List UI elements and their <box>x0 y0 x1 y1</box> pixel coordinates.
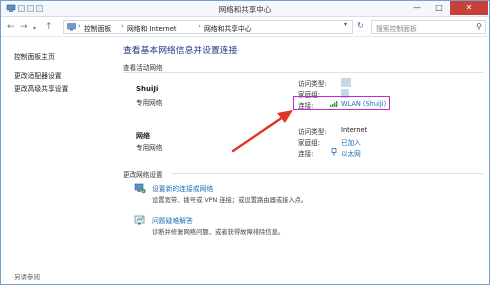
breadcrumb-control-panel[interactable]: 控制面板 <box>84 23 111 33</box>
title-bar: 网络和共享中心 — □ ✕ <box>1 1 489 17</box>
section-divider <box>123 72 483 73</box>
address-bar[interactable]: › 控制面板 › 网络和 Internet › 网络和共享中心 <box>63 20 353 34</box>
breadcrumb-separator-icon: › <box>121 22 124 30</box>
breadcrumb-network-internet[interactable]: 网络和 Internet <box>127 23 177 33</box>
window-controls: — □ ✕ <box>406 1 488 15</box>
refresh-icon[interactable]: ↻ <box>357 21 364 30</box>
network-sharing-center-window: 网络和共享中心 — □ ✕ ← → ▾ ↑ › 控制面板 › 网络和 Inter… <box>0 0 490 285</box>
minimize-button[interactable]: — <box>406 1 428 15</box>
ethernet-icon <box>331 148 337 156</box>
close-button[interactable]: ✕ <box>450 1 488 15</box>
breadcrumb-separator-icon: › <box>78 22 81 30</box>
setup-new-connection-link[interactable]: 设置新的连接或网络 <box>152 183 213 193</box>
search-placeholder: 搜索控制面板 <box>376 25 417 33</box>
network-name: 网络 <box>136 132 150 140</box>
sidebar-item-control-panel-home[interactable]: 控制面板主页 <box>14 51 55 61</box>
redacted-access-value <box>341 78 351 87</box>
active-networks-heading: 查看活动网络 <box>123 64 163 72</box>
section-divider <box>171 173 483 174</box>
highlight-box <box>293 96 390 110</box>
see-also-heading: 另请参阅 <box>14 273 40 281</box>
homegroup-joined-link[interactable]: 已加入 <box>341 137 361 147</box>
svg-text:+: + <box>142 189 145 193</box>
search-input[interactable]: 搜索控制面板 ⚲ <box>371 20 486 34</box>
sidebar-item-change-advanced-sharing[interactable]: 更改高级共享设置 <box>14 83 68 93</box>
network-type[interactable]: 专用网络 <box>136 97 162 107</box>
forward-arrow-icon[interactable]: → <box>20 22 28 32</box>
connection-label: 连接: <box>298 150 314 158</box>
new-connection-icon: + <box>134 183 146 194</box>
change-settings-heading: 更改网络设置 <box>123 171 163 179</box>
ethernet-connection-link[interactable]: 以太网 <box>341 148 361 158</box>
recent-dropdown-icon[interactable]: ▾ <box>33 24 36 34</box>
access-type-label: 访问类型: <box>298 128 327 136</box>
breadcrumb-network-sharing-center[interactable]: 网络和共享中心 <box>204 23 252 33</box>
troubleshoot-problems-desc: 诊断并修复网络问题，或者获得故障排除信息。 <box>152 229 285 236</box>
setup-new-connection-desc: 设置宽带、拨号或 VPN 连接；或设置路由器或接入点。 <box>152 197 308 204</box>
homegroup-label: 家庭组: <box>298 139 321 147</box>
up-arrow-icon[interactable]: ↑ <box>45 22 53 32</box>
search-icon: ⚲ <box>476 22 482 31</box>
troubleshoot-problems-link[interactable]: 问题疑难解答 <box>152 215 193 225</box>
back-arrow-icon[interactable]: ← <box>7 22 15 32</box>
maximize-button[interactable]: □ <box>428 1 450 15</box>
breadcrumb-separator-icon: › <box>198 22 201 30</box>
address-dropdown-icon[interactable]: ▾ <box>344 21 347 28</box>
network-type[interactable]: 专用网络 <box>136 142 162 152</box>
troubleshoot-icon <box>134 215 145 225</box>
network-name: ShuiJi <box>136 85 159 93</box>
page-title: 查看基本网络信息并设置连接 <box>123 46 238 56</box>
control-panel-icon <box>67 23 76 31</box>
sidebar: 控制面板主页 更改适配器设置 更改高级共享设置 另请参阅 <box>1 38 109 284</box>
access-type-value: Internet <box>341 126 368 134</box>
access-type-label: 访问类型: <box>298 80 327 88</box>
sidebar-item-change-adapter-settings[interactable]: 更改适配器设置 <box>14 70 62 80</box>
